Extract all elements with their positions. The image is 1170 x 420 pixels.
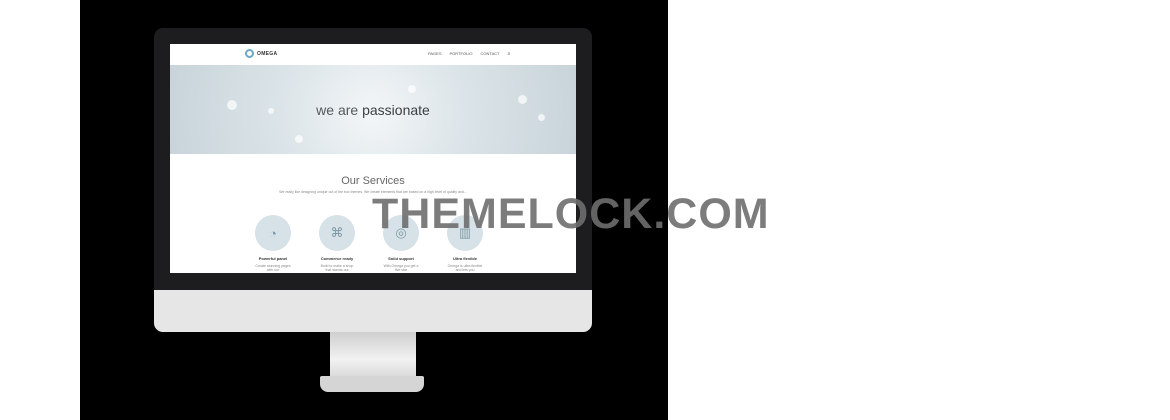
hexagon-shape — [295, 135, 303, 143]
service-title: Solid support — [388, 256, 414, 261]
dashboard-icon: ◔ — [255, 215, 291, 251]
hero-lead: we are — [316, 102, 359, 118]
monitor-chin — [154, 290, 592, 332]
nav-pages[interactable]: PAGES — [428, 51, 442, 57]
hexagon-shape — [408, 85, 416, 93]
site-navbar: OMEGA PAGES PORTFOLIO CONTACT ⌕ — [170, 44, 576, 65]
hero-heading: we are passionate — [170, 102, 576, 118]
service-title: Powerful panel — [258, 256, 288, 261]
service-commerce-ready[interactable]: ⌘ Commerce ready Build to make a shop th… — [318, 215, 356, 272]
monitor-base — [320, 376, 424, 392]
site-logo[interactable]: OMEGA — [245, 49, 277, 58]
service-text: Omega is ultra flexible and lets you — [447, 264, 483, 272]
service-text: Create stunning pages with our — [255, 264, 291, 272]
gift-icon: ⌘ — [319, 215, 355, 251]
hero-banner: we are passionate — [170, 65, 576, 154]
service-text: Build to make a shop that stands out — [320, 264, 354, 272]
watermark-text: THEMELOCK.COM — [372, 190, 770, 238]
service-title: Commerce ready — [320, 256, 354, 261]
service-powerful-panel[interactable]: ◔ Powerful panel Create stunning pages w… — [254, 215, 292, 272]
nav-portfolio[interactable]: PORTFOLIO — [450, 51, 473, 57]
service-text: With Omega you get a five star — [383, 264, 419, 272]
service-title: Ultra flexible — [452, 256, 477, 261]
main-menu: PAGES PORTFOLIO CONTACT ⌕ — [428, 51, 510, 57]
monitor-stand — [330, 332, 416, 378]
hero-emphasis: passionate — [362, 102, 430, 118]
nav-contact[interactable]: CONTACT — [481, 51, 500, 57]
services-heading: Our Services — [341, 175, 405, 187]
logo-text: OMEGA — [257, 50, 278, 57]
logo-icon — [245, 49, 254, 58]
search-icon[interactable]: ⌕ — [508, 51, 511, 57]
